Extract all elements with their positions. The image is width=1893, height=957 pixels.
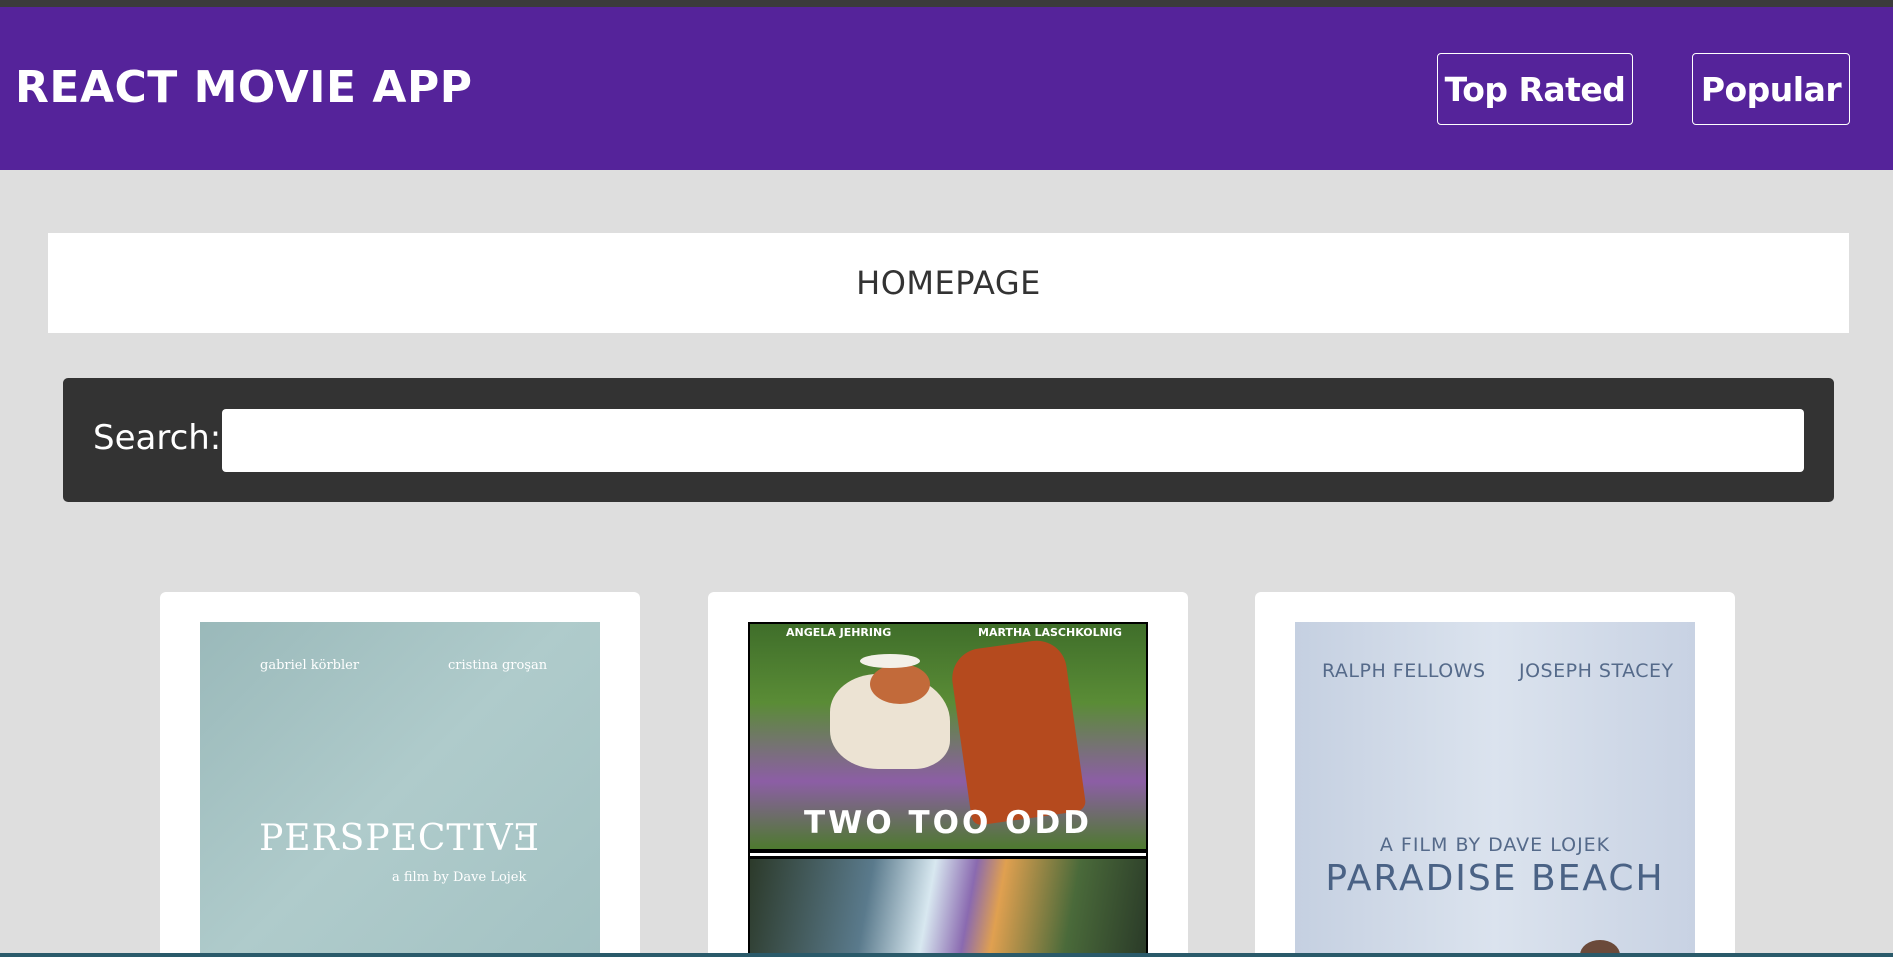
movie-poster[interactable]: gabriel körbler cristina groşan PERSPECT…	[200, 622, 600, 957]
poster-figure-hat	[860, 654, 920, 668]
page-heading: HOMEPAGE	[48, 233, 1849, 333]
poster-credit: gabriel körbler	[260, 658, 360, 673]
search-input[interactable]	[222, 409, 1804, 472]
movie-poster[interactable]: ANGELA JEHRING MARTHA LASCHKOLNIG TWO TO…	[748, 622, 1148, 957]
movie-poster[interactable]: RALPH FELLOWS JOSEPH STACEY A FILM BY DA…	[1295, 622, 1695, 957]
poster-photo-bubble	[750, 859, 1146, 957]
poster-title: PARADISE BEACH	[1325, 858, 1665, 899]
window-top-border	[0, 0, 1893, 7]
poster-title: PERSPECTIVƎ	[259, 818, 541, 859]
poster-divider	[750, 853, 1146, 856]
popular-button[interactable]: Popular	[1692, 53, 1850, 125]
taskbar-edge	[0, 953, 1893, 957]
poster-credit: MARTHA LASCHKOLNIG	[978, 626, 1122, 639]
poster-subtitle: A FILM BY DAVE LOJEK	[1379, 834, 1611, 856]
poster-credit: JOSEPH STACEY	[1519, 660, 1674, 682]
poster-title: TWO TOO ODD	[804, 805, 1092, 841]
movie-card[interactable]: ANGELA JEHRING MARTHA LASCHKOLNIG TWO TO…	[708, 592, 1188, 957]
search-label: Search:	[93, 418, 222, 458]
poster-credit: RALPH FELLOWS	[1322, 660, 1486, 682]
poster-figure-hair	[870, 664, 930, 704]
movie-card[interactable]: gabriel körbler cristina groşan PERSPECT…	[160, 592, 640, 957]
top-rated-button[interactable]: Top Rated	[1437, 53, 1633, 125]
poster-subtitle: a film by Dave Lojek	[392, 870, 527, 885]
search-bar: Search:	[63, 378, 1834, 502]
poster-credit: cristina groşan	[448, 658, 548, 673]
app-header: REACT MOVIE APP Top Rated Popular	[0, 7, 1893, 170]
poster-credit: ANGELA JEHRING	[786, 626, 892, 639]
app-title[interactable]: REACT MOVIE APP	[15, 62, 472, 113]
poster-suitcase	[948, 636, 1087, 827]
movie-card[interactable]: RALPH FELLOWS JOSEPH STACEY A FILM BY DA…	[1255, 592, 1735, 957]
